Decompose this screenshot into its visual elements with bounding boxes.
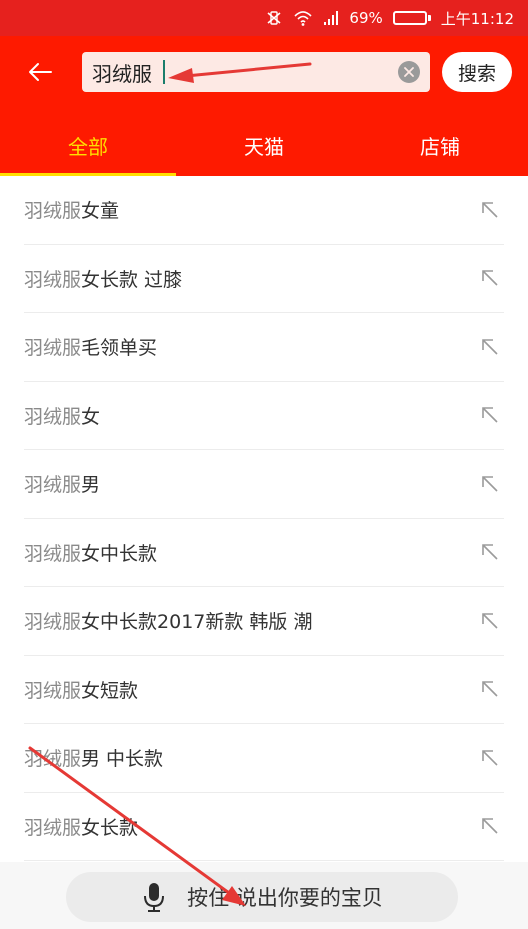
status-bar: 69% 上午11:12 [0, 0, 528, 36]
suggestion-keyword: 羽绒服 [24, 474, 82, 497]
arrow-up-left-icon [482, 749, 498, 766]
suggestion-completion: 女 [81, 405, 101, 428]
suggestion-completion: 男 中长款 [81, 748, 164, 771]
suggestion-keyword: 羽绒服 [24, 200, 82, 223]
tab-tmall[interactable]: 天猫 [176, 118, 352, 176]
arrow-up-left-icon [482, 270, 498, 286]
fill-query-button[interactable] [476, 812, 504, 840]
tab-label: 天猫 [244, 134, 284, 159]
fill-query-button[interactable] [476, 333, 504, 361]
voice-search-bar: 按住 说出你要的宝贝 [0, 862, 528, 929]
fill-query-button[interactable] [476, 470, 504, 498]
text-caret [163, 60, 165, 84]
suggestion-row[interactable]: 羽绒服男 [24, 450, 504, 519]
arrow-up-left-icon [482, 338, 498, 355]
tab-label: 全部 [68, 134, 108, 159]
suggestion-row[interactable]: 羽绒服女 [24, 382, 504, 450]
clock: 上午11:12 [440, 9, 514, 28]
fill-query-button[interactable] [476, 744, 504, 772]
suggestion-completion: 女长款 [81, 816, 139, 839]
suggestion-completion: 女长款 过膝 [81, 268, 183, 291]
suggestion-completion: 毛领单买 [81, 337, 158, 360]
suggestion-row[interactable]: 羽绒服女中长款2017新款 韩版 潮 [24, 587, 504, 656]
clear-button[interactable] [398, 61, 420, 83]
suggestion-text: 羽绒服男 [24, 470, 100, 497]
search-header: 搜索 全部 天猫 店铺 [0, 36, 528, 176]
suggestion-completion: 女童 [81, 200, 120, 223]
suggestion-text: 羽绒服女 [24, 402, 100, 429]
fill-query-button[interactable] [476, 196, 504, 224]
arrow-up-left-icon [482, 201, 498, 218]
back-arrow-icon [29, 63, 52, 81]
suggestion-text: 羽绒服女中长款 [24, 539, 157, 566]
suggestion-completion: 男 [81, 474, 101, 497]
suggestion-row[interactable]: 羽绒服女短款 [24, 656, 504, 724]
back-button[interactable] [22, 54, 58, 90]
tab-all[interactable]: 全部 [0, 118, 176, 176]
suggestion-keyword: 羽绒服 [24, 337, 82, 360]
suggestion-text: 羽绒服女短款 [24, 676, 138, 703]
suggestion-completion: 女中长款2017新款 韩版 潮 [81, 611, 313, 634]
battery-percent: 69% [349, 9, 383, 27]
suggestion-keyword: 羽绒服 [24, 611, 82, 634]
arrow-up-left-icon [482, 544, 498, 560]
suggestion-row[interactable]: 羽绒服女中长款 [24, 519, 504, 587]
fill-query-button[interactable] [476, 401, 504, 429]
arrow-up-left-icon [482, 818, 498, 834]
tab-stores[interactable]: 店铺 [352, 118, 528, 176]
fill-query-button[interactable] [476, 538, 504, 566]
suggestion-list: 羽绒服女童 羽绒服女长款 过膝 羽绒服毛领单买 羽绒服女 羽绒服男 羽绒服女中长… [0, 176, 528, 861]
vibrate-icon [265, 9, 283, 27]
voice-search-button[interactable]: 按住 说出你要的宝贝 [66, 872, 458, 922]
microphone-icon [144, 883, 165, 912]
suggestion-text: 羽绒服女童 [24, 196, 119, 223]
fill-query-button[interactable] [476, 264, 504, 292]
close-icon [404, 67, 414, 77]
search-button[interactable]: 搜索 [442, 52, 512, 92]
arrow-up-left-icon [482, 612, 498, 629]
suggestion-keyword: 羽绒服 [24, 679, 82, 702]
arrow-up-left-icon [482, 407, 498, 423]
suggestion-keyword: 羽绒服 [24, 268, 82, 291]
fill-query-button[interactable] [476, 675, 504, 703]
search-box[interactable] [82, 52, 430, 92]
suggestion-row[interactable]: 羽绒服毛领单买 [24, 313, 504, 382]
suggestion-row[interactable]: 羽绒服女童 [24, 176, 504, 245]
arrow-up-left-icon [482, 475, 498, 492]
tab-label: 店铺 [420, 134, 460, 159]
suggestion-completion: 女中长款 [81, 542, 158, 565]
suggestion-keyword: 羽绒服 [24, 542, 82, 565]
suggestion-row[interactable]: 羽绒服女长款 [24, 793, 504, 861]
search-input[interactable] [92, 60, 162, 84]
suggestion-row[interactable]: 羽绒服女长款 过膝 [24, 245, 504, 313]
arrow-up-left-icon [482, 681, 498, 697]
voice-search-label: 按住 说出你要的宝贝 [187, 886, 383, 910]
suggestion-text: 羽绒服女中长款2017新款 韩版 潮 [24, 607, 312, 634]
suggestion-keyword: 羽绒服 [24, 816, 82, 839]
suggestion-text: 羽绒服女长款 [24, 813, 138, 840]
suggestion-completion: 女短款 [81, 679, 139, 702]
suggestion-text: 羽绒服毛领单买 [24, 333, 157, 360]
suggestion-text: 羽绒服女长款 过膝 [24, 265, 182, 292]
wifi-icon [293, 9, 313, 27]
battery-icon [392, 11, 431, 25]
suggestion-row[interactable]: 羽绒服男 中长款 [24, 724, 504, 793]
suggestion-keyword: 羽绒服 [24, 748, 82, 771]
tab-bar: 全部 天猫 店铺 [0, 118, 528, 176]
suggestion-keyword: 羽绒服 [24, 405, 82, 428]
fill-query-button[interactable] [476, 607, 504, 635]
signal-icon [323, 10, 339, 26]
suggestion-text: 羽绒服男 中长款 [24, 744, 163, 771]
